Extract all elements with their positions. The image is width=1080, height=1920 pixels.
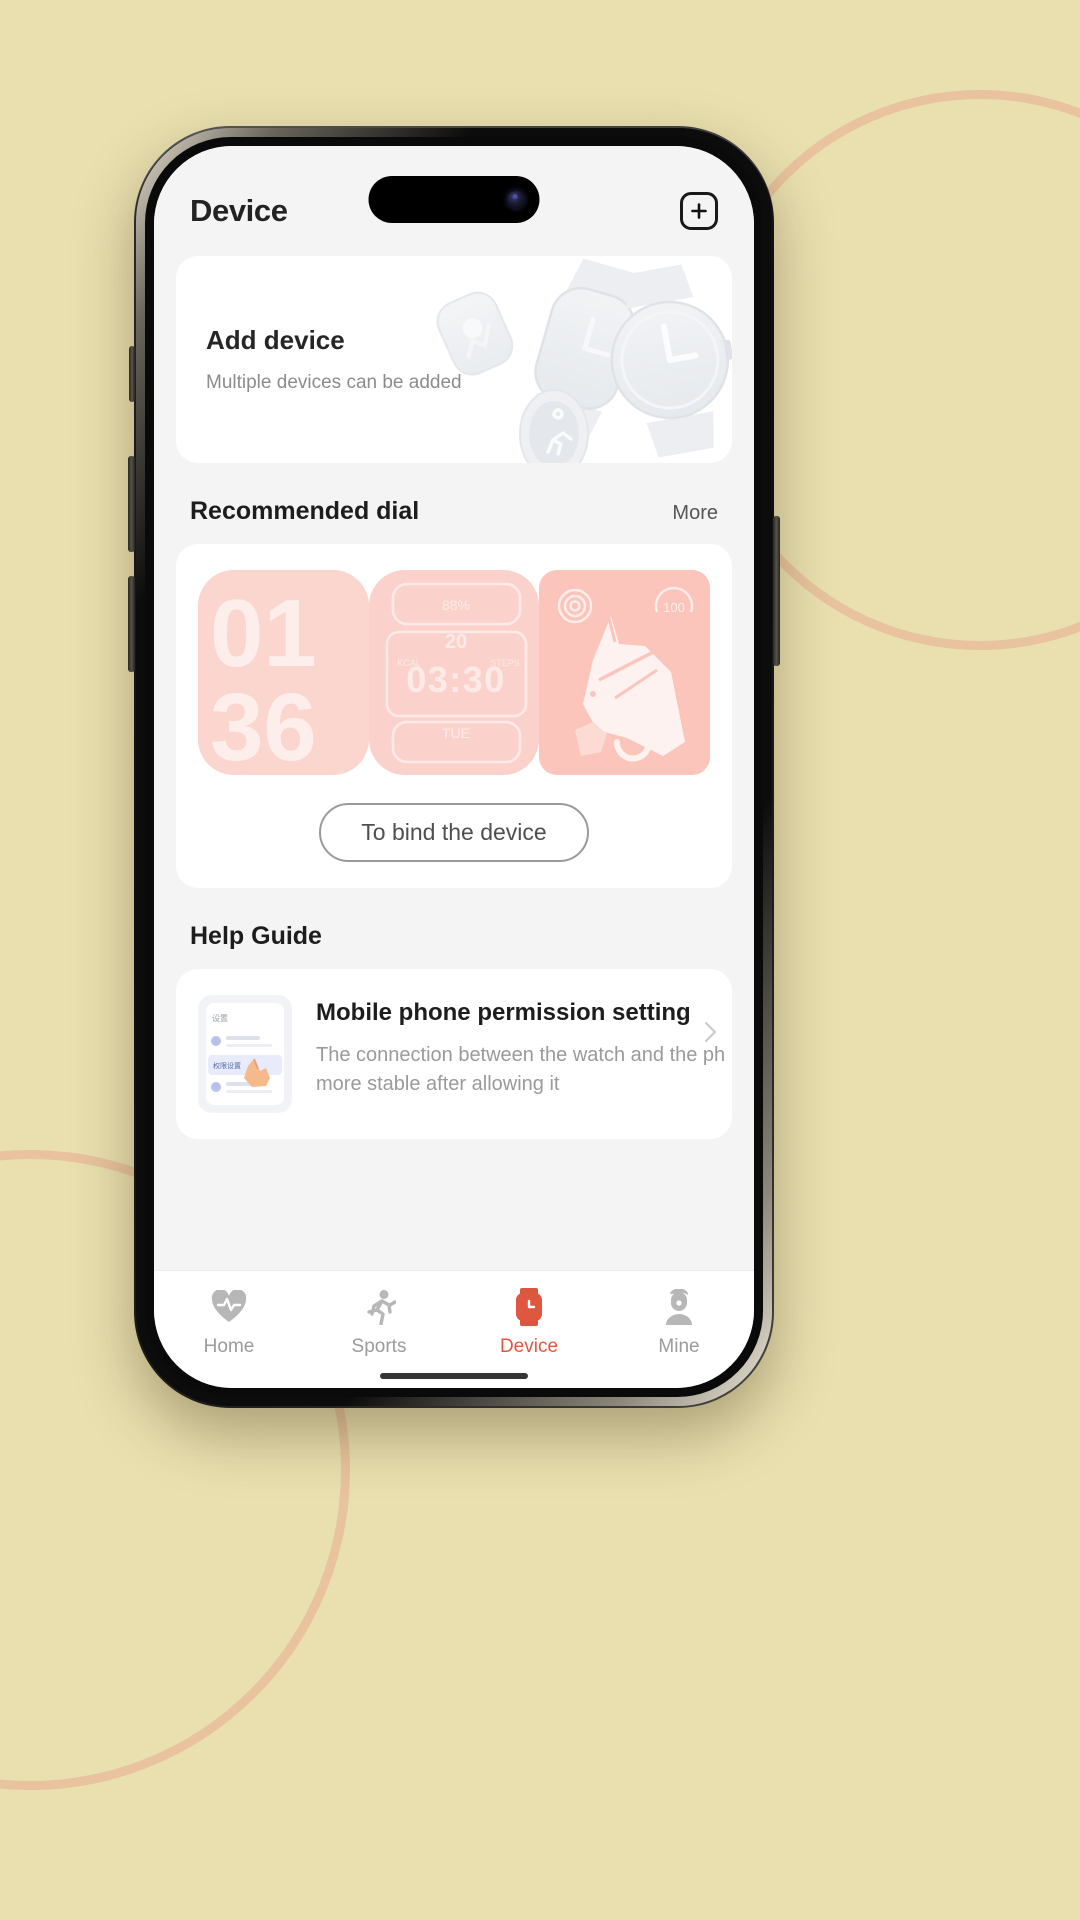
- volume-down-button[interactable]: [128, 576, 135, 672]
- help-guide-header: Help Guide: [176, 888, 732, 969]
- plus-icon: [691, 203, 707, 219]
- horse-dial-art: 100: [539, 570, 711, 775]
- help-guide-item-title: Mobile phone permission setting: [316, 999, 691, 1026]
- thumb-row-label: 权限设置: [213, 1061, 241, 1070]
- help-guide-item-desc-line2: more stable after allowing it: [316, 1073, 560, 1095]
- digital-grid-dial-art: 88% 20 03:30 TUE KCAL STEPS: [368, 570, 540, 775]
- bind-device-wrap: To bind the device: [198, 803, 710, 862]
- dial2-date: 20: [445, 631, 467, 653]
- tab-sports-label: Sports: [351, 1336, 407, 1357]
- tab-home[interactable]: Home: [154, 1287, 304, 1358]
- dial1-minute: 36: [210, 674, 317, 775]
- silent-switch[interactable]: [129, 346, 135, 402]
- tab-device-label: Device: [499, 1336, 559, 1357]
- help-guide-item-desc-line1: The connection between the watch and the…: [316, 1044, 726, 1066]
- dial2-battery: 88%: [442, 597, 470, 613]
- home-indicator: [380, 1373, 528, 1379]
- watch-icon: [514, 1287, 544, 1327]
- dial-list: 01 36 88% 20 03:30 TUE KCAL STEPS 100: [198, 570, 711, 775]
- recommended-dial-header: Recommended dial More: [176, 463, 732, 544]
- permission-settings-thumb-icon: 设置 权限设置: [198, 995, 292, 1113]
- phone-screen: Device Add device Multiple devices can b…: [154, 146, 754, 1388]
- main-content: Add device Multiple devices can be added: [154, 242, 754, 1270]
- dial3-gauge: 100: [663, 600, 685, 615]
- bottom-tab-bar: Home Sports Device Mine: [154, 1270, 754, 1388]
- help-guide-text: Mobile phone permission setting The conn…: [316, 995, 726, 1099]
- recommended-dial-card: 01 36 88% 20 03:30 TUE KCAL STEPS 100 To…: [176, 544, 732, 888]
- add-device-button[interactable]: [680, 192, 718, 230]
- dial-thumbnail-digital-grid[interactable]: 88% 20 03:30 TUE KCAL STEPS: [368, 570, 540, 775]
- dynamic-island: [368, 176, 540, 223]
- big-numerals-dial-art: 01 36: [198, 570, 369, 775]
- page-title: Device: [190, 193, 288, 228]
- dial1-hour: 01: [210, 580, 317, 687]
- add-device-card[interactable]: Add device Multiple devices can be added: [176, 256, 732, 463]
- person-icon: [663, 1287, 695, 1327]
- front-camera-icon: [507, 191, 525, 208]
- tab-mine-label: Mine: [658, 1336, 700, 1357]
- dial2-left-label: KCAL: [397, 658, 421, 668]
- tab-device[interactable]: Device: [454, 1287, 604, 1358]
- volume-up-button[interactable]: [128, 456, 135, 552]
- bind-device-button[interactable]: To bind the device: [319, 803, 589, 862]
- help-guide-item[interactable]: 设置 权限设置 Mobile phone permission setting …: [176, 969, 732, 1139]
- tab-mine[interactable]: Mine: [604, 1287, 754, 1358]
- phone-device-frame: Device Add device Multiple devices can b…: [128, 126, 780, 1408]
- power-button[interactable]: [773, 516, 780, 666]
- dial-thumbnail-horse[interactable]: 100: [539, 570, 711, 775]
- watch-illustration: [436, 258, 732, 463]
- heart-pulse-icon: [211, 1287, 247, 1327]
- tab-sports[interactable]: Sports: [304, 1287, 454, 1358]
- phone-bezel: Device Add device Multiple devices can b…: [145, 137, 763, 1397]
- dial2-weekday: TUE: [442, 725, 470, 741]
- recommended-dial-title: Recommended dial: [190, 497, 420, 525]
- dial2-right-label: STEPS: [490, 658, 520, 668]
- help-guide-title: Help Guide: [190, 922, 322, 950]
- runner-icon: [362, 1287, 396, 1327]
- thumb-header-label: 设置: [212, 1013, 228, 1023]
- chevron-right-icon: [705, 1022, 717, 1042]
- dial-thumbnail-big-numerals[interactable]: 01 36: [198, 570, 369, 775]
- recommended-dial-more-link[interactable]: More: [672, 502, 718, 525]
- tab-home-label: Home: [203, 1336, 255, 1357]
- help-guide-thumbnail: 设置 权限设置: [198, 995, 292, 1113]
